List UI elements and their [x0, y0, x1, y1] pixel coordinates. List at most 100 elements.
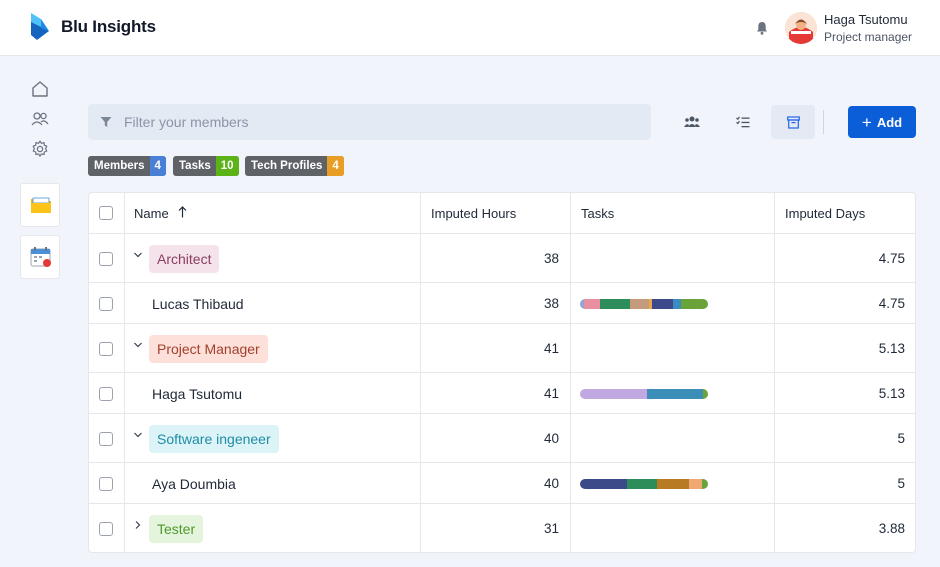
group-row[interactable]: Project Manager 41 5.13	[89, 324, 915, 373]
task-distribution-bar[interactable]	[580, 479, 708, 489]
members-badge-count: 4	[149, 156, 166, 176]
table-row[interactable]: Aya Doumbia 40 5	[89, 463, 915, 504]
row-checkbox[interactable]	[99, 297, 113, 311]
chevron-right-icon[interactable]	[133, 520, 143, 530]
add-button[interactable]: + Add	[848, 106, 916, 138]
task-segment[interactable]	[580, 479, 628, 489]
profile-group-label: Project Manager	[149, 335, 268, 363]
member-name[interactable]: Haga Tsutomu	[152, 386, 242, 402]
table-row[interactable]: Haga Tsutomu 41 5.13	[89, 373, 915, 414]
folder-icon	[31, 197, 51, 213]
imputed-days-value: 5	[897, 431, 905, 446]
imputed-days-value: 5	[897, 476, 905, 491]
imputed-hours-value: 41	[543, 386, 559, 401]
settings-icon[interactable]	[30, 139, 50, 159]
group-view-icon	[684, 116, 700, 127]
member-name[interactable]: Aya Doumbia	[152, 476, 236, 492]
chevron-down-icon[interactable]	[133, 340, 143, 350]
imputed-hours-value: 41	[543, 341, 559, 356]
table-header: Name Imputed Hours Tasks Imputed Days	[89, 193, 915, 234]
task-segment[interactable]	[701, 479, 708, 489]
tech-profiles-badge: Tech Profiles 4	[245, 156, 344, 176]
group-row[interactable]: Software ingeneer 40 5	[89, 414, 915, 463]
imputed-hours-value: 38	[543, 296, 559, 311]
task-segment[interactable]	[681, 299, 708, 309]
task-segment[interactable]	[627, 479, 657, 489]
users-icon[interactable]	[30, 109, 50, 129]
top-bar: Blu Insights Haga Tsutomu Project manage…	[0, 0, 940, 56]
group-row[interactable]: Architect 38 4.75	[89, 234, 915, 283]
home-icon[interactable]	[30, 79, 50, 99]
bell-icon[interactable]	[754, 20, 770, 36]
imputed-hours-value: 38	[543, 251, 559, 266]
row-checkbox[interactable]	[99, 522, 113, 536]
imputed-hours-value: 40	[543, 476, 559, 491]
task-segment[interactable]	[673, 299, 682, 309]
table-row[interactable]: Lucas Thibaud 38 4.75	[89, 283, 915, 324]
profile-group-label: Software ingeneer	[149, 425, 279, 453]
row-checkbox[interactable]	[99, 387, 113, 401]
imputed-hours-value: 40	[543, 431, 559, 446]
archive-icon	[786, 115, 800, 129]
members-table: Name Imputed Hours Tasks Imputed Days Ar…	[88, 192, 916, 553]
user-name[interactable]: Haga Tsutomu	[824, 12, 908, 27]
tech-profiles-badge-count: 4	[327, 156, 344, 176]
imputed-hours-value: 31	[543, 521, 559, 536]
group-row[interactable]: Tester 31 3.88	[89, 504, 915, 552]
task-segment[interactable]	[583, 299, 601, 309]
profile-group-label: Architect	[149, 245, 220, 273]
sidebar-folder-card[interactable]	[20, 183, 60, 227]
row-checkbox[interactable]	[99, 342, 113, 356]
toolbar-divider	[823, 110, 824, 134]
avatar[interactable]	[785, 12, 817, 44]
archive-view-button[interactable]	[771, 105, 815, 139]
row-checkbox[interactable]	[99, 477, 113, 491]
task-segment[interactable]	[656, 479, 689, 489]
profile-group-label: Tester	[149, 515, 204, 543]
imputed-days-column-header[interactable]: Imputed Days	[785, 206, 865, 221]
tasks-badge-count: 10	[215, 156, 239, 176]
task-segment[interactable]	[688, 479, 702, 489]
member-name[interactable]: Lucas Thibaud	[152, 296, 244, 312]
tech-profiles-badge-label: Tech Profiles	[251, 160, 323, 172]
task-segment[interactable]	[600, 299, 630, 309]
task-list-icon	[736, 116, 750, 128]
name-column-label: Name	[134, 206, 169, 221]
name-column-header[interactable]: Name	[134, 206, 187, 221]
members-badge: Members 4	[88, 156, 166, 176]
app-name: Blu Insights	[61, 17, 156, 36]
imputed-days-value: 3.88	[878, 521, 905, 536]
imputed-days-value: 4.75	[878, 251, 905, 266]
filter-input[interactable]	[124, 104, 644, 140]
group-view-button[interactable]	[670, 105, 714, 139]
task-segment[interactable]	[651, 299, 674, 309]
select-all-checkbox[interactable]	[99, 206, 113, 220]
row-checkbox[interactable]	[99, 252, 113, 266]
sort-arrow-icon[interactable]	[178, 206, 187, 221]
members-badge-label: Members	[94, 160, 145, 172]
filter-box[interactable]	[88, 104, 651, 140]
blu-insights-logo[interactable]	[29, 13, 53, 41]
calendar-icon	[30, 247, 51, 267]
plus-icon: +	[861, 112, 872, 132]
task-segment[interactable]	[646, 389, 703, 399]
imputed-days-value: 5.13	[878, 386, 905, 401]
task-segment[interactable]	[702, 389, 708, 399]
sidebar-calendar-card[interactable]	[20, 235, 60, 279]
task-list-button[interactable]	[721, 105, 765, 139]
chevron-down-icon[interactable]	[133, 250, 143, 260]
row-checkbox[interactable]	[99, 432, 113, 446]
imputed-hours-column-header[interactable]: Imputed Hours	[431, 206, 516, 221]
imputed-days-value: 4.75	[878, 296, 905, 311]
filter-icon	[100, 117, 112, 127]
task-distribution-bar[interactable]	[580, 389, 708, 399]
chevron-down-icon[interactable]	[133, 430, 143, 440]
add-button-label: Add	[876, 114, 903, 130]
task-segment[interactable]	[629, 299, 650, 309]
tasks-column-header[interactable]: Tasks	[581, 206, 614, 221]
tasks-badge-label: Tasks	[179, 160, 211, 172]
task-segment[interactable]	[580, 389, 647, 399]
imputed-days-value: 5.13	[878, 341, 905, 356]
task-distribution-bar[interactable]	[580, 299, 708, 309]
tasks-badge: Tasks 10	[173, 156, 239, 176]
